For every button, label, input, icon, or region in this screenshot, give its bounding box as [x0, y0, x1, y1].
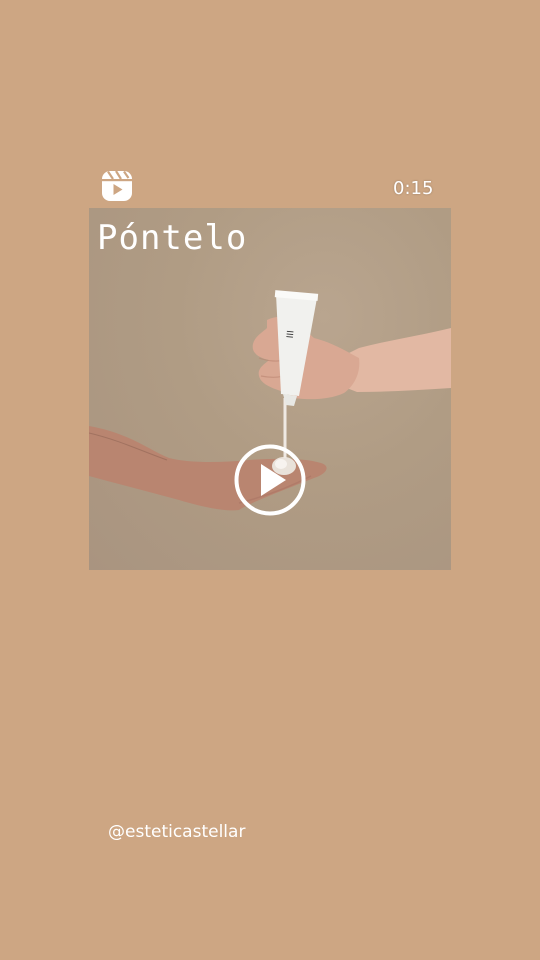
- video-caption-overlay: Póntelo: [97, 218, 248, 258]
- play-icon: [234, 444, 306, 516]
- author-handle[interactable]: @esteticastellar: [108, 822, 245, 842]
- svg-text:III: III: [283, 330, 294, 339]
- video-duration: 0:15: [393, 178, 434, 199]
- reels-icon: [101, 170, 133, 202]
- play-button[interactable]: [234, 444, 306, 516]
- video-thumbnail[interactable]: III Póntelo: [89, 208, 451, 570]
